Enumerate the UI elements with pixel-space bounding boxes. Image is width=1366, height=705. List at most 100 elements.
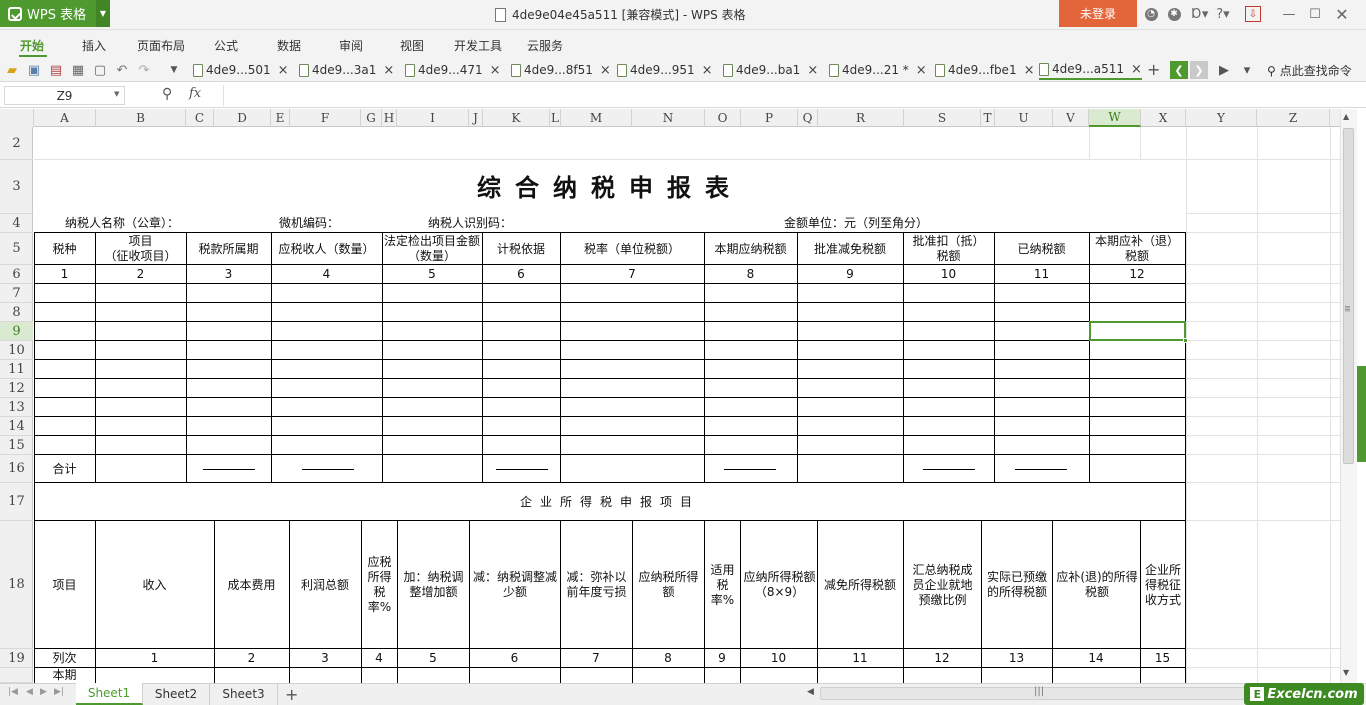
col-number[interactable]: 8 bbox=[704, 265, 797, 284]
close-icon[interactable]: ✕ bbox=[1334, 5, 1350, 24]
app-menu-dropdown-icon[interactable]: ▼ bbox=[96, 0, 110, 27]
income-header-tax-payable[interactable]: 应纳所得税额（8×9） bbox=[743, 521, 816, 649]
income-header-adjust-decrease[interactable]: 减：纳税调整减少额 bbox=[473, 521, 557, 649]
download-icon[interactable]: ⇩ bbox=[1245, 6, 1261, 22]
column-header[interactable]: F bbox=[290, 109, 361, 127]
taxpayer-name-label[interactable]: 纳税人名称（公章）： bbox=[65, 214, 245, 233]
col-number[interactable]: 4 bbox=[271, 265, 382, 284]
share-dropdown-icon[interactable]: Ɒ▾ bbox=[1189, 6, 1211, 22]
menu-review[interactable]: 审阅 bbox=[339, 37, 363, 54]
vertical-scroll-thumb[interactable] bbox=[1343, 128, 1354, 464]
open-folder-icon[interactable]: ▰ bbox=[4, 62, 20, 78]
column-header[interactable]: E bbox=[271, 109, 290, 127]
scroll-left-icon[interactable]: ◀ bbox=[807, 687, 814, 697]
col-number[interactable]: 8 bbox=[632, 649, 704, 668]
tab-scroll-right-icon[interactable]: ❯ bbox=[1190, 61, 1208, 79]
column-header[interactable]: I bbox=[397, 109, 469, 127]
header-tax-credit[interactable]: 批准扣（抵） 税额 bbox=[903, 233, 994, 265]
col-number[interactable]: 12 bbox=[1089, 265, 1185, 284]
row-header[interactable]: 13 bbox=[0, 398, 33, 417]
row-header[interactable]: 12 bbox=[0, 379, 33, 398]
col-number[interactable]: 9 bbox=[797, 265, 903, 284]
row-header[interactable]: 16 bbox=[0, 455, 33, 483]
header-tax-type[interactable]: 税种 bbox=[34, 233, 95, 265]
scroll-down-icon[interactable]: ▼ bbox=[1343, 668, 1349, 677]
header-tax-refund[interactable]: 本期应补（退） 税额 bbox=[1089, 233, 1185, 265]
maximize-icon[interactable]: ☐ bbox=[1307, 6, 1323, 22]
taxpayer-id-label[interactable]: 纳税人识别码： bbox=[428, 214, 548, 233]
row-header[interactable]: 18 bbox=[0, 521, 33, 649]
income-header-exemption[interactable]: 减免所得税额 bbox=[818, 521, 902, 649]
close-tab-icon[interactable]: × bbox=[916, 63, 927, 78]
income-header-loss-offset[interactable]: 减：弥补以前年度亏损 bbox=[562, 521, 631, 649]
income-header-refund[interactable]: 应补(退)的所得税额 bbox=[1055, 521, 1139, 649]
col-number[interactable]: 7 bbox=[560, 265, 704, 284]
income-header-prepaid[interactable]: 实际已预缴的所得税额 bbox=[983, 521, 1051, 649]
redo-icon[interactable]: ↷ bbox=[136, 62, 152, 78]
col-number[interactable]: 5 bbox=[382, 265, 482, 284]
side-panel-toggle[interactable] bbox=[1357, 366, 1366, 462]
menu-insert[interactable]: 插入 bbox=[82, 37, 106, 54]
income-header-adjust-increase[interactable]: 加：纳税调整增加额 bbox=[399, 521, 468, 649]
col-number[interactable]: 15 bbox=[1140, 649, 1185, 668]
column-header[interactable]: Q bbox=[798, 109, 818, 127]
section-title[interactable]: 企业所得税申报项目 bbox=[34, 483, 1186, 521]
column-header[interactable]: Z bbox=[1257, 109, 1330, 127]
wps-app-menu-button[interactable]: WPS 表格 ▼ bbox=[0, 0, 110, 27]
column-header[interactable]: O bbox=[705, 109, 741, 127]
row-header[interactable]: 11 bbox=[0, 360, 33, 379]
doc-tab[interactable]: 4de9...471 × bbox=[405, 60, 501, 80]
save-icon[interactable]: ▣ bbox=[26, 62, 42, 78]
prev-sheet-icon[interactable]: ◀ bbox=[26, 687, 33, 697]
row-header[interactable]: 17 bbox=[0, 483, 33, 521]
column-header[interactable]: S bbox=[904, 109, 981, 127]
undo-icon[interactable]: ↶ bbox=[114, 62, 130, 78]
column-header[interactable]: D bbox=[214, 109, 271, 127]
skin-icon[interactable]: ◔ bbox=[1143, 6, 1159, 22]
row-header[interactable]: 2 bbox=[0, 127, 33, 160]
doc-tab[interactable]: 4de9...fbe1 × bbox=[935, 60, 1034, 80]
amount-unit-label[interactable]: 金额单位：元（列至角分） bbox=[784, 214, 984, 233]
header-tax-rate[interactable]: 税率（单位税额） bbox=[560, 233, 704, 265]
column-header[interactable]: P bbox=[741, 109, 798, 127]
income-header-item[interactable]: 项目 bbox=[34, 521, 95, 649]
column-index-label[interactable]: 列次 bbox=[34, 649, 95, 668]
header-tax-basis[interactable]: 计税依据 bbox=[482, 233, 560, 265]
add-sheet-icon[interactable]: + bbox=[285, 685, 298, 704]
print-preview-icon[interactable]: ▢ bbox=[92, 62, 108, 78]
last-sheet-icon[interactable]: ▶| bbox=[54, 687, 64, 697]
find-command[interactable]: ⚲ 点此查找命令 bbox=[1267, 62, 1352, 79]
menu-developer[interactable]: 开发工具 bbox=[454, 37, 502, 54]
close-tab-icon[interactable]: × bbox=[278, 63, 289, 78]
doc-tab[interactable]: 4de9...8f51 × bbox=[511, 60, 611, 80]
total-label[interactable]: 合计 bbox=[34, 455, 95, 483]
close-tab-icon[interactable]: × bbox=[1131, 62, 1142, 77]
zoom-search-icon[interactable]: ⚲ bbox=[162, 86, 172, 102]
print-icon[interactable]: ▦ bbox=[70, 62, 86, 78]
menu-data[interactable]: 数据 bbox=[277, 37, 301, 54]
close-tab-icon[interactable]: × bbox=[1024, 63, 1035, 78]
row-header[interactable]: 14 bbox=[0, 417, 33, 436]
sheet-title[interactable]: 综合纳税申报表 bbox=[34, 160, 1186, 214]
row-header[interactable]: 8 bbox=[0, 303, 33, 322]
income-header-prepay-ratio[interactable]: 汇总纳税成员企业就地预缴比例 bbox=[907, 521, 978, 649]
row-header[interactable]: 4 bbox=[0, 214, 33, 233]
header-tax-period[interactable]: 税款所属期 bbox=[186, 233, 271, 265]
column-header[interactable]: N bbox=[632, 109, 705, 127]
close-tab-icon[interactable]: × bbox=[490, 63, 501, 78]
computer-code-label[interactable]: 微机编码： bbox=[279, 214, 379, 233]
column-header[interactable]: H bbox=[382, 109, 397, 127]
menu-view[interactable]: 视图 bbox=[400, 37, 424, 54]
tab-options-icon[interactable]: ▾ bbox=[1239, 62, 1255, 78]
col-number[interactable]: 11 bbox=[817, 649, 903, 668]
doc-tab-active[interactable]: 4de9...a511 × bbox=[1039, 60, 1142, 80]
column-header-selected[interactable]: W bbox=[1089, 109, 1141, 127]
selected-cell[interactable] bbox=[1089, 321, 1188, 343]
formula-input[interactable] bbox=[223, 85, 1359, 106]
header-tax-paid[interactable]: 已纳税额 bbox=[994, 233, 1089, 265]
row-header[interactable]: 15 bbox=[0, 436, 33, 455]
row-header[interactable]: 7 bbox=[0, 284, 33, 303]
col-number[interactable]: 4 bbox=[361, 649, 397, 668]
column-header[interactable]: V bbox=[1053, 109, 1089, 127]
income-header-costs[interactable]: 成本费用 bbox=[214, 521, 289, 649]
